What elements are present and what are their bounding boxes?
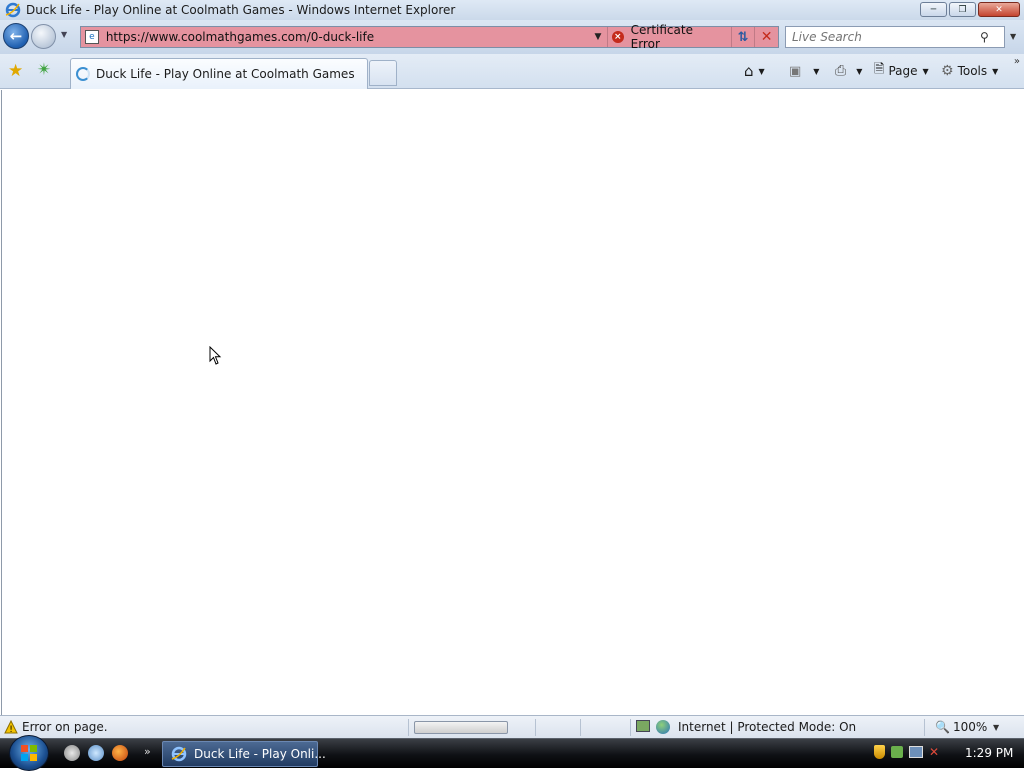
- title-bar: Duck Life - Play Online at Coolmath Game…: [0, 0, 1024, 20]
- address-dropdown[interactable]: ▼: [589, 32, 607, 42]
- stop-button[interactable]: ✕: [754, 27, 778, 47]
- back-arrow-icon: ←: [9, 27, 23, 45]
- star-icon[interactable]: ★: [8, 61, 23, 81]
- refresh-button[interactable]: ⇅: [730, 27, 755, 47]
- status-divider: [580, 719, 581, 736]
- warning-icon[interactable]: !: [4, 720, 18, 734]
- system-tray: ✕: [874, 745, 939, 759]
- start-button[interactable]: [9, 735, 49, 771]
- certificate-error-button[interactable]: × Certificate Error: [606, 23, 731, 51]
- home-icon: ⌂: [744, 62, 754, 80]
- search-options-dropdown[interactable]: ▼: [1010, 32, 1016, 41]
- close-button[interactable]: ✕: [978, 2, 1020, 17]
- taskbar-item-label: Duck Life - Play Onli...: [194, 747, 326, 761]
- taskbar: » Duck Life - Play Onli... ✕ 1:29 PM: [0, 735, 1024, 771]
- switch-windows-icon[interactable]: [88, 745, 104, 761]
- firefox-icon[interactable]: [112, 745, 128, 761]
- quick-launch-more-chevron[interactable]: »: [144, 745, 151, 758]
- search-input[interactable]: [790, 29, 980, 45]
- status-divider: [630, 719, 631, 736]
- progress-bar: [414, 721, 508, 734]
- navigation-bar: ← ▼ e https://www.coolmathgames.com/0-du…: [0, 20, 1024, 54]
- loading-icon: [76, 67, 90, 81]
- page-menu-label: Page: [888, 64, 918, 78]
- print-button[interactable]: ⎙ ▼: [835, 62, 862, 80]
- tools-menu-caret: ▼: [992, 66, 999, 76]
- status-divider: [408, 719, 409, 736]
- print-dropdown[interactable]: ▼: [856, 67, 862, 76]
- internet-zone-icon: [656, 720, 670, 734]
- window-title: Duck Life - Play Online at Coolmath Game…: [26, 3, 456, 17]
- status-bar: ! Error on page. Internet | Protected Mo…: [0, 715, 1024, 738]
- page-icon: e: [85, 30, 99, 44]
- forward-button[interactable]: [31, 24, 56, 49]
- minimize-button[interactable]: ─: [920, 2, 947, 17]
- ie-icon: [5, 2, 21, 18]
- clock[interactable]: 1:29 PM: [965, 746, 1013, 760]
- tools-menu-button[interactable]: ⚙ Tools ▼: [941, 62, 998, 80]
- volume-muted-icon[interactable]: ✕: [929, 745, 939, 759]
- search-icon[interactable]: ⚲: [980, 30, 989, 44]
- feeds-dropdown[interactable]: ▼: [813, 67, 819, 76]
- tab-bar: ★ ✴ Duck Life - Play Online at Coolmath …: [0, 54, 1024, 89]
- status-divider: [924, 719, 925, 736]
- certificate-error-label: Certificate Error: [630, 23, 693, 51]
- update-icon[interactable]: [891, 746, 903, 758]
- taskbar-item-ie[interactable]: Duck Life - Play Onli...: [162, 741, 326, 767]
- zoom-control[interactable]: 🔍 100%: [935, 720, 987, 734]
- feeds-button[interactable]: ▣ ▼: [789, 62, 819, 80]
- tools-menu-label: Tools: [957, 64, 988, 78]
- error-icon: ×: [611, 31, 624, 43]
- zoom-dropdown[interactable]: ▼: [993, 723, 999, 732]
- new-tab-button[interactable]: [369, 60, 397, 86]
- home-dropdown[interactable]: ▼: [759, 67, 765, 76]
- page-icon: 🗎: [874, 62, 885, 77]
- more-commands-chevron[interactable]: »: [1014, 56, 1020, 67]
- status-text[interactable]: Error on page.: [22, 720, 108, 734]
- ie-icon: [171, 746, 187, 762]
- svg-text:!: !: [9, 725, 13, 734]
- restore-button[interactable]: ❐: [949, 2, 976, 17]
- printer-icon: ⎙: [835, 63, 847, 79]
- windows-logo-icon: [21, 745, 37, 761]
- search-box: ⚲: [785, 26, 1005, 48]
- tab-duck-life[interactable]: Duck Life - Play Online at Coolmath Game…: [70, 58, 368, 89]
- address-input[interactable]: https://www.coolmathgames.com/0-duck-lif…: [106, 30, 589, 44]
- recent-pages-dropdown[interactable]: ▼: [61, 30, 67, 39]
- security-zone-label[interactable]: Internet | Protected Mode: On: [678, 720, 856, 734]
- back-button[interactable]: ←: [3, 23, 29, 49]
- page-content: [1, 90, 1023, 715]
- page-menu-button[interactable]: 🗎 Page ▼: [874, 62, 929, 80]
- gear-icon: ⚙: [941, 63, 954, 79]
- popup-blocker-icon[interactable]: [636, 720, 650, 732]
- mouse-cursor: [209, 346, 222, 365]
- page-menu-caret: ▼: [922, 66, 929, 76]
- status-divider: [535, 719, 536, 736]
- home-button[interactable]: ⌂ ▼: [744, 62, 765, 80]
- network-icon[interactable]: [909, 746, 923, 758]
- tab-label: Duck Life - Play Online at Coolmath Game…: [96, 67, 355, 81]
- address-bar: e https://www.coolmathgames.com/0-duck-l…: [80, 23, 779, 51]
- zoom-icon: 🔍: [935, 720, 950, 734]
- rss-feed-icon: ▣: [789, 63, 802, 79]
- show-desktop-icon[interactable]: [64, 745, 80, 761]
- security-center-icon[interactable]: [874, 745, 885, 759]
- add-favorites-icon[interactable]: ✴: [37, 60, 51, 80]
- zoom-level: 100%: [952, 720, 988, 734]
